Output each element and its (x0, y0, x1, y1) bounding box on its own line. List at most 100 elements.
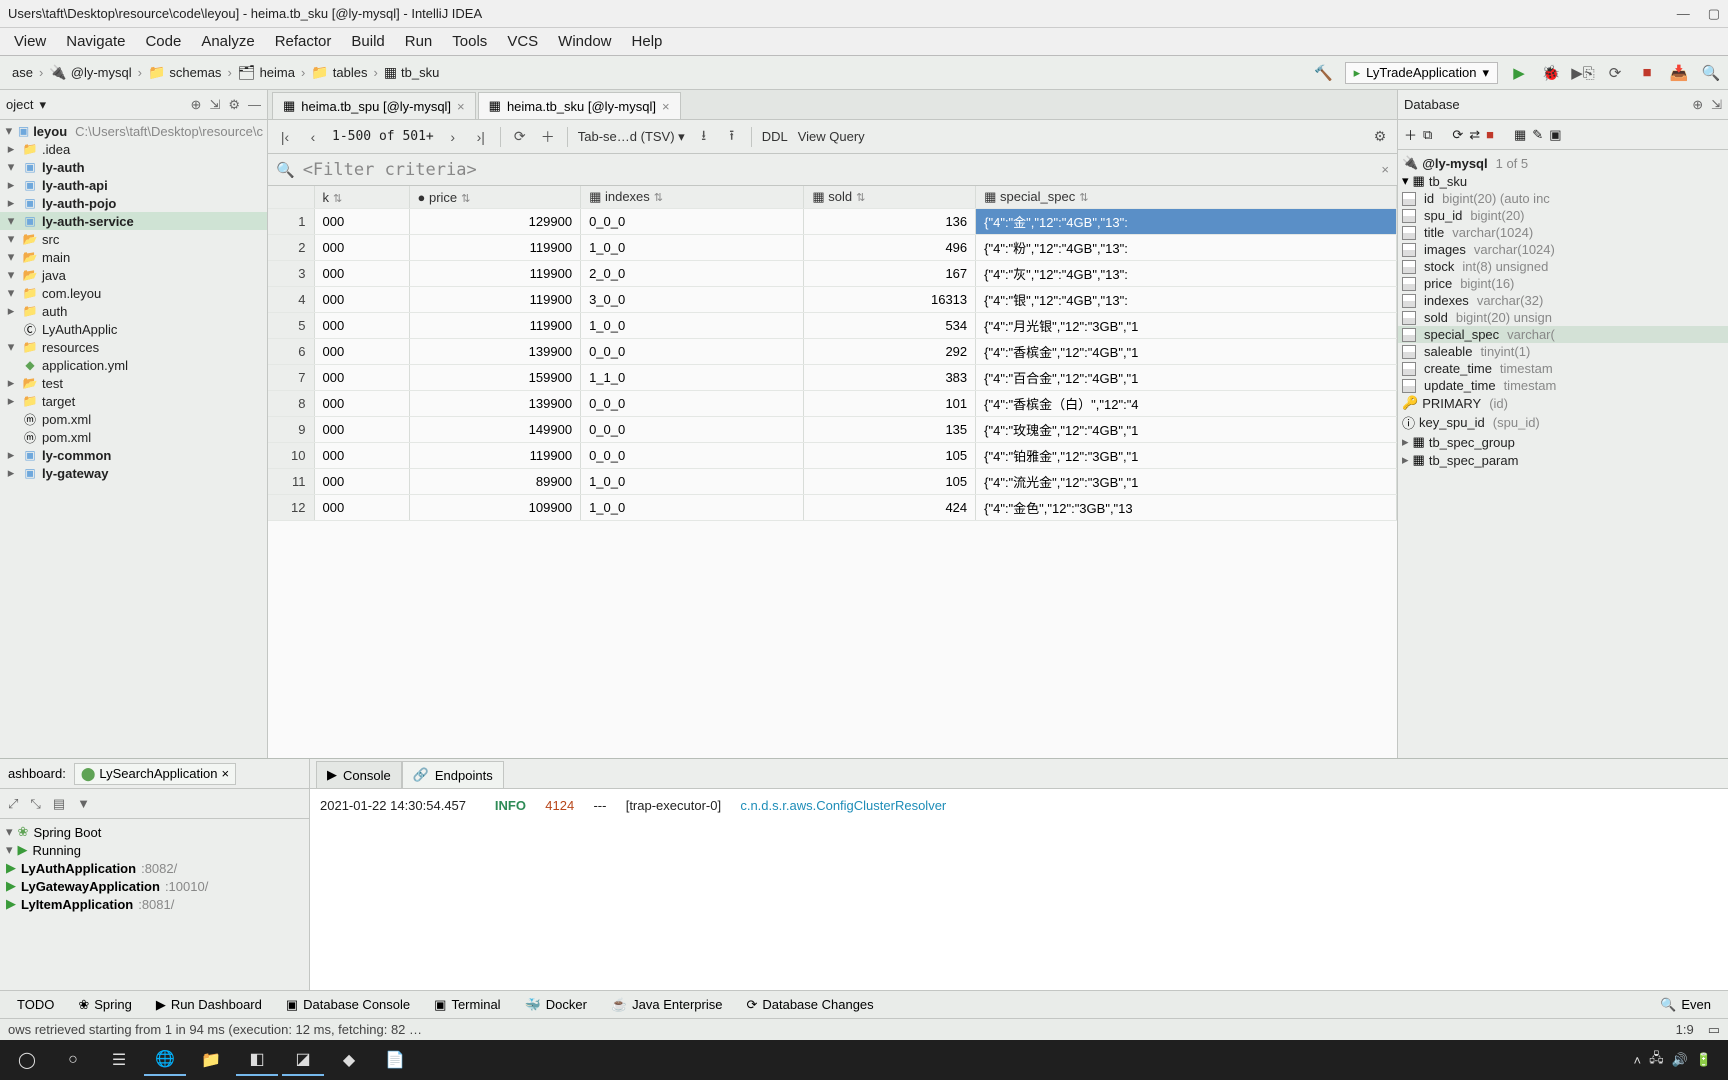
project-node-ly-auth-api[interactable]: ▸▣ly-auth-api (0, 176, 267, 194)
tool-terminal[interactable]: ▣ Terminal (423, 994, 511, 1016)
expand-arrow-icon[interactable]: ▸ (4, 195, 18, 211)
battery-icon[interactable]: 🔋 (1696, 1052, 1712, 1068)
project-node-target[interactable]: ▸📁target (0, 392, 267, 410)
tab-tbspu[interactable]: ▦ heima.tb_spu [@ly-mysql] × (272, 92, 476, 119)
db-table-tb_spec_group[interactable]: ▸ ▦ tb_spec_group (1398, 433, 1728, 451)
table-row[interactable]: 100001199000_0_0105{"4":"铂雅金","12":"3GB"… (268, 443, 1397, 469)
add-icon[interactable]: ⊕ (1692, 97, 1703, 113)
cell-indexes[interactable]: 0_0_0 (581, 391, 804, 417)
crumb-heima[interactable]: 🗂 heima (232, 62, 301, 83)
cell-special-spec[interactable]: {"4":"银","12":"4GB","13": (976, 287, 1397, 313)
cell-k[interactable]: 000 (314, 261, 409, 287)
project-node-ly-gateway[interactable]: ▸▣ly-gateway (0, 464, 267, 482)
project-node-src[interactable]: ▾📂src (0, 230, 267, 248)
hide-icon[interactable]: — (248, 97, 261, 113)
crumb-ase[interactable]: ase (6, 63, 39, 82)
cell-indexes[interactable]: 1_0_0 (581, 313, 804, 339)
chrome-icon[interactable]: 🌐 (144, 1044, 186, 1076)
menu-code[interactable]: Code (137, 31, 189, 52)
cell-price[interactable]: 139900 (409, 339, 581, 365)
cell-indexes[interactable]: 3_0_0 (581, 287, 804, 313)
expand-arrow-icon[interactable]: ▸ (4, 465, 18, 481)
db-column-spu_id[interactable]: spu_idbigint(20) (1398, 207, 1728, 224)
project-root[interactable]: ▾ ▣ leyou C:\Users\taft\Desktop\resource… (0, 122, 267, 140)
db-column-images[interactable]: imagesvarchar(1024) (1398, 241, 1728, 258)
db-key-PRIMARY[interactable]: 🔑 PRIMARY (id) (1398, 394, 1728, 412)
project-node-com-leyou[interactable]: ▾📁com.leyou (0, 284, 267, 302)
project-node-lyauthapplic[interactable]: ⒸLyAuthApplic (0, 320, 267, 338)
tab-endpoints[interactable]: 🔗Endpoints (402, 761, 504, 788)
expand-arrow-icon[interactable]: ▾ (4, 267, 18, 283)
prev-page-button[interactable]: ‹ (304, 129, 322, 145)
cell-k[interactable]: 000 (314, 339, 409, 365)
expand-all-icon[interactable]: ⤢ (8, 796, 18, 812)
cell-special-spec[interactable]: {"4":"香槟金（白）","12":"4 (976, 391, 1397, 417)
running-node[interactable]: ▾▶Running (0, 841, 309, 859)
cell-k[interactable]: 000 (314, 443, 409, 469)
db-column-price[interactable]: pricebigint(16) (1398, 275, 1728, 292)
chevron-down-icon[interactable]: ▾ (39, 97, 46, 113)
app-lyauth[interactable]: ▶LyAuthApplication:8082/ (0, 859, 309, 877)
table-node[interactable]: ▾ ▦ tb_sku (1398, 172, 1728, 190)
gear-icon[interactable]: ⚙ (228, 97, 240, 113)
taskview-button[interactable]: ☰ (98, 1044, 140, 1076)
project-node-ly-auth-pojo[interactable]: ▸▣ly-auth-pojo (0, 194, 267, 212)
expand-arrow-icon[interactable]: ▸ (1402, 434, 1409, 450)
tool-docker[interactable]: 🐳 Docker (514, 994, 598, 1016)
cell-sold[interactable]: 534 (804, 313, 976, 339)
tool-spring[interactable]: ❀ Spring (67, 994, 142, 1016)
stop-icon[interactable]: ■ (1486, 127, 1494, 142)
sync-icon[interactable]: ⇄ (1469, 127, 1480, 143)
cell-price[interactable]: 109900 (409, 495, 581, 521)
network-icon[interactable]: 🖧 (1649, 1049, 1664, 1071)
expand-arrow-icon[interactable]: ▾ (6, 842, 13, 858)
cell-sold[interactable]: 167 (804, 261, 976, 287)
expand-arrow-icon[interactable]: ▸ (4, 141, 18, 157)
cell-special-spec[interactable]: {"4":"月光银","12":"3GB","1 (976, 313, 1397, 339)
locate-icon[interactable]: ⊕ (191, 97, 202, 113)
memory-indicator[interactable]: ▭ (1708, 1022, 1720, 1038)
table-row[interactable]: 90001499000_0_0135{"4":"玫瑰金","12":"4GB",… (268, 417, 1397, 443)
cell-special-spec[interactable]: {"4":"金色","12":"3GB","13 (976, 495, 1397, 521)
cell-indexes[interactable]: 0_0_0 (581, 443, 804, 469)
tool-todo[interactable]: TODO (6, 994, 65, 1015)
import-button[interactable]: ⭱ (723, 125, 741, 149)
cell-price[interactable]: 119900 (409, 443, 581, 469)
menu-window[interactable]: Window (550, 31, 619, 52)
tool-dbconsole[interactable]: ▣ Database Console (275, 994, 421, 1016)
crumb-datasource[interactable]: 🔌 @ly-mysql (43, 62, 137, 83)
ddl-button[interactable]: DDL (762, 129, 788, 144)
edit-icon[interactable]: ✎ (1532, 127, 1543, 143)
export-button[interactable]: ⭳ (695, 125, 713, 149)
cell-sold[interactable]: 16313 (804, 287, 976, 313)
db-column-special_spec[interactable]: special_specvarchar( (1398, 326, 1728, 343)
cell-indexes[interactable]: 1_0_0 (581, 469, 804, 495)
cell-price[interactable]: 89900 (409, 469, 581, 495)
search-button[interactable]: ○ (52, 1044, 94, 1076)
last-page-button[interactable]: ›| (472, 129, 490, 145)
cell-k[interactable]: 000 (314, 417, 409, 443)
cell-special-spec[interactable]: {"4":"玫瑰金","12":"4GB","1 (976, 417, 1397, 443)
table-row[interactable]: 50001199001_0_0534{"4":"月光银","12":"3GB",… (268, 313, 1397, 339)
gear-icon[interactable]: ⚙ (1371, 128, 1389, 145)
menu-build[interactable]: Build (343, 31, 392, 52)
expand-arrow-icon[interactable]: ▾ (4, 213, 18, 229)
collapse-icon[interactable]: ⇲ (209, 97, 220, 113)
table-row[interactable]: 10001299000_0_0136{"4":"金","12":"4GB","1… (268, 209, 1397, 235)
tab-console[interactable]: ▶Console (316, 761, 402, 788)
close-icon[interactable]: × (221, 766, 229, 781)
cell-price[interactable]: 119900 (409, 235, 581, 261)
menu-navigate[interactable]: Navigate (58, 31, 133, 52)
expand-arrow-icon[interactable]: ▸ (4, 177, 18, 193)
table-row[interactable]: 40001199003_0_016313{"4":"银","12":"4GB",… (268, 287, 1397, 313)
menu-refactor[interactable]: Refactor (267, 31, 340, 52)
maximize-button[interactable]: ▢ (1708, 6, 1720, 22)
expand-arrow-icon[interactable]: ▸ (4, 375, 18, 391)
table-row[interactable]: 11000899001_0_0105{"4":"流光金","12":"3GB",… (268, 469, 1397, 495)
console-output[interactable]: 2021-01-22 14:30:54.457 INFO 4124 --- [t… (310, 789, 1728, 990)
col-sold[interactable]: ▦ sold⇅ (804, 186, 976, 209)
cell-special-spec[interactable]: {"4":"粉","12":"4GB","13": (976, 235, 1397, 261)
project-node-ly-auth[interactable]: ▾▣ly-auth (0, 158, 267, 176)
cell-sold[interactable]: 424 (804, 495, 976, 521)
project-node-test[interactable]: ▸📂test (0, 374, 267, 392)
